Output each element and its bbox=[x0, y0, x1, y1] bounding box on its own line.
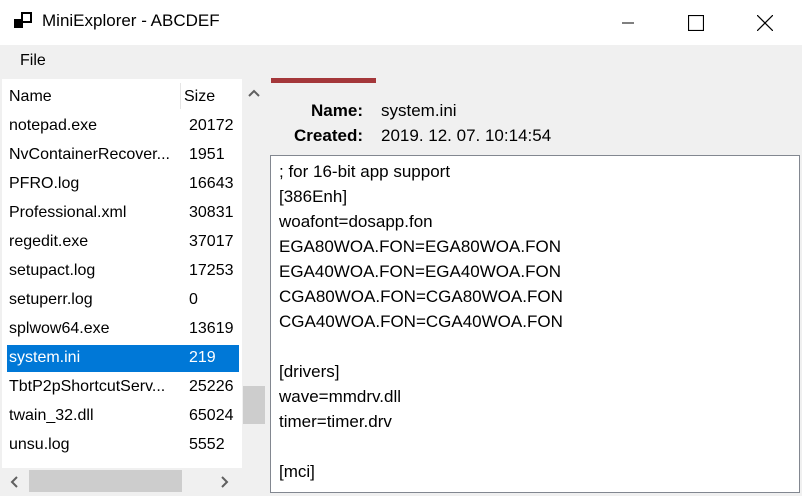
file-size: 13619 bbox=[189, 320, 234, 337]
maximize-button[interactable] bbox=[673, 0, 719, 45]
scroll-up-arrow-icon[interactable] bbox=[248, 89, 260, 97]
accent-bar bbox=[271, 78, 376, 83]
content-line: wave=mmdrv.dll bbox=[279, 387, 402, 406]
content-line: [drivers] bbox=[279, 362, 340, 381]
menu-file[interactable]: File bbox=[20, 52, 46, 70]
list-item[interactable]: setupact.log 17253 bbox=[7, 258, 239, 285]
minimize-icon bbox=[622, 22, 634, 23]
content-line: woafont=dosapp.fon bbox=[279, 212, 433, 231]
file-name: PFRO.log bbox=[9, 175, 80, 192]
file-name: TbtP2pShortcutServ... bbox=[9, 378, 166, 395]
list-item[interactable]: notepad.exe 20172 bbox=[7, 113, 239, 140]
list-item[interactable]: splwow64.exe 13619 bbox=[7, 316, 239, 343]
file-size: 20172 bbox=[189, 117, 234, 134]
file-name: setupact.log bbox=[9, 262, 96, 279]
close-button[interactable] bbox=[742, 0, 788, 45]
list-item[interactable]: twain_32.dll 65024 bbox=[7, 403, 239, 430]
list-item[interactable]: NvContainerRecover... 1951 bbox=[7, 142, 239, 169]
vertical-scroll-thumb[interactable] bbox=[243, 386, 265, 424]
file-size: 17253 bbox=[189, 262, 234, 279]
list-item[interactable]: Professional.xml 30831 bbox=[7, 200, 239, 227]
close-icon bbox=[757, 14, 773, 31]
file-size: 65024 bbox=[189, 407, 234, 424]
list-item[interactable]: TbtP2pShortcutServ... 25226 bbox=[7, 374, 239, 401]
column-divider[interactable] bbox=[180, 83, 181, 109]
horizontal-scroll-thumb[interactable] bbox=[29, 470, 182, 492]
created-value: 2019. 12. 07. 10:14:54 bbox=[381, 126, 552, 145]
list-item-selected[interactable]: system.ini 219 bbox=[7, 345, 239, 372]
title-bar: MiniExplorer - ABCDEF bbox=[0, 0, 802, 45]
column-header-name[interactable]: Name bbox=[9, 88, 52, 106]
vertical-scrollbar[interactable] bbox=[242, 79, 266, 494]
file-size: 0 bbox=[189, 291, 198, 308]
file-name: splwow64.exe bbox=[9, 320, 110, 337]
list-item[interactable]: setuperr.log 0 bbox=[7, 287, 239, 314]
content-line: [mci] bbox=[279, 462, 315, 481]
file-name: unsu.log bbox=[9, 436, 70, 453]
window-title: MiniExplorer - ABCDEF bbox=[42, 11, 220, 30]
file-size: 1951 bbox=[189, 146, 225, 163]
maximize-icon bbox=[688, 14, 704, 31]
scroll-right-arrow-icon[interactable] bbox=[221, 476, 229, 488]
file-size: 25226 bbox=[189, 378, 234, 395]
scroll-left-arrow-icon[interactable] bbox=[10, 476, 18, 488]
horizontal-scrollbar[interactable] bbox=[2, 468, 242, 494]
file-name: twain_32.dll bbox=[9, 407, 94, 424]
file-name: system.ini bbox=[9, 349, 81, 366]
list-item[interactable]: regedit.exe 37017 bbox=[7, 229, 239, 256]
file-size: 219 bbox=[189, 349, 216, 366]
content-line: [386Enh] bbox=[279, 187, 348, 206]
file-size: 5552 bbox=[189, 436, 225, 453]
content-line: EGA80WOA.FON=EGA80WOA.FON bbox=[279, 237, 561, 256]
file-name: notepad.exe bbox=[9, 117, 98, 134]
list-item[interactable]: unsu.log 5552 bbox=[7, 432, 239, 459]
list-header: Name Size bbox=[2, 79, 240, 113]
content-line: CGA40WOA.FON=CGA40WOA.FON bbox=[279, 312, 563, 331]
content-line: timer=timer.drv bbox=[279, 412, 392, 431]
file-list[interactable]: Name Size notepad.exe 20172 NvContainerR… bbox=[2, 79, 266, 494]
content-line: CGA80WOA.FON=CGA80WOA.FON bbox=[279, 287, 563, 306]
scrollbar-corner bbox=[242, 468, 266, 494]
file-name: Professional.xml bbox=[9, 204, 127, 221]
menu-bar bbox=[0, 45, 802, 78]
list-item[interactable]: PFRO.log 16643 bbox=[7, 171, 239, 198]
file-size: 16643 bbox=[189, 175, 234, 192]
app-icon bbox=[14, 12, 32, 28]
file-size: 30831 bbox=[189, 204, 234, 221]
minimize-button[interactable] bbox=[605, 0, 651, 45]
file-size: 37017 bbox=[189, 233, 234, 250]
content-line: EGA40WOA.FON=EGA40WOA.FON bbox=[279, 262, 561, 281]
file-content-textbox[interactable]: ; for 16-bit app support [386Enh] woafon… bbox=[270, 155, 800, 493]
content-line: ; for 16-bit app support bbox=[279, 162, 451, 181]
file-name: NvContainerRecover... bbox=[9, 146, 170, 163]
file-name: regedit.exe bbox=[9, 233, 89, 250]
file-name: setuperr.log bbox=[9, 291, 93, 308]
name-value: system.ini bbox=[381, 101, 457, 120]
name-label: Name: bbox=[311, 101, 363, 120]
created-label: Created: bbox=[294, 126, 363, 145]
column-header-size[interactable]: Size bbox=[184, 88, 215, 106]
